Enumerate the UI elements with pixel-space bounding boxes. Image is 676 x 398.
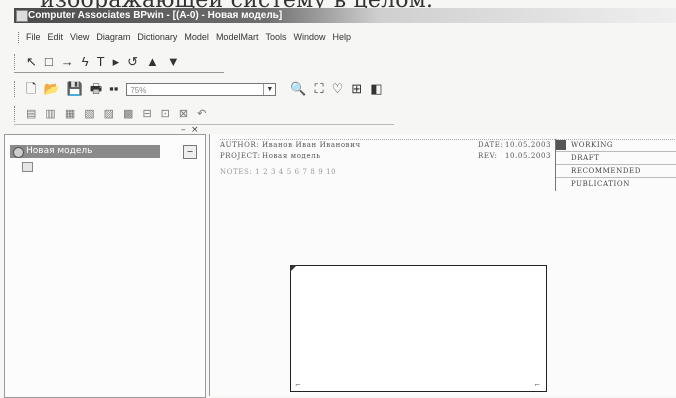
tb3-icons-icon-5[interactable]: ▩ xyxy=(123,107,133,121)
menu-bar: File Edit View Diagram Dictionary Model ModelM… xyxy=(14,30,676,46)
grid-icon[interactable]: ⊞ xyxy=(351,82,362,96)
menu-item-edit[interactable]: Edit xyxy=(48,32,64,42)
tb3-icons-icon-7[interactable]: ⊡ xyxy=(161,107,170,121)
tb3-icons-icon-3[interactable]: ▧ xyxy=(84,107,94,121)
triangle-right-icon[interactable]: ▸ xyxy=(113,55,120,69)
tree-root-label: Новая модель xyxy=(26,146,93,156)
author-value: Иванов Иван Иванович xyxy=(262,141,361,149)
scroll-up-button[interactable]: − xyxy=(183,145,197,159)
fit-icon[interactable]: ⛶ xyxy=(315,82,324,96)
undo-circle-icon[interactable]: ↺ xyxy=(127,55,138,69)
tb3-icons-icon-9[interactable]: ↶ xyxy=(197,107,206,121)
standard-toolbar: 🗋 📂 💾 🖶 ▪▪ 75% ▼ 🔍 ⛶ ♡ ⊞ ◧ xyxy=(14,79,494,99)
down-icon[interactable]: ▼ xyxy=(167,55,180,69)
tb3-icons-icon-8[interactable]: ⊠ xyxy=(179,107,188,121)
menu-item-dictionary[interactable]: Dictionary xyxy=(137,32,177,42)
standard-left-icons: 🗋 📂 💾 🖶 ▪▪ xyxy=(26,82,118,96)
menu-item-help[interactable]: Help xyxy=(332,32,351,42)
box-corner-mark xyxy=(290,265,297,272)
save-icon[interactable]: 💾 xyxy=(67,82,83,96)
toolbar-grip[interactable] xyxy=(14,106,18,122)
project-label: PROJECT: xyxy=(220,152,261,160)
toolbox-toolbar: ↖ □ → ϟ T ▸ ↺ ▲ ▼ xyxy=(14,52,224,73)
text-icon[interactable]: T xyxy=(97,55,105,69)
menu-items: File Edit View Diagram Dictionary Model ModelM… xyxy=(26,32,351,42)
method-icons: ▤ ▥ ▦ ▧ ▨ ▩ ⊟ ⊡ ⊠ ↶ xyxy=(26,107,206,121)
status-mark-icon xyxy=(556,140,566,150)
menu-item-file[interactable]: File xyxy=(26,32,41,42)
report-icon[interactable]: ◧ xyxy=(370,82,382,96)
pointer-icon[interactable]: ↖ xyxy=(26,55,37,69)
zoom-icon[interactable]: 🔍 xyxy=(290,82,306,96)
box-icon[interactable]: □ xyxy=(45,55,53,69)
toolbox-icons: ↖ □ → ϟ T ▸ ↺ ▲ ▼ xyxy=(26,55,180,69)
app-icon[interactable] xyxy=(16,10,28,22)
tb3-icons-icon-2[interactable]: ▦ xyxy=(65,107,75,121)
model-icon[interactable]: ▪▪ xyxy=(109,82,118,96)
window-titlebar: Computer Associates BPwin - [(A-0) - Нов… xyxy=(14,8,676,23)
author-label: AUTHOR: xyxy=(220,141,260,149)
standard-right-icons: 🔍 ⛶ ♡ ⊞ ◧ xyxy=(290,82,382,96)
toolbar-grip[interactable] xyxy=(14,54,18,70)
project-value: Новая модель xyxy=(262,152,321,160)
new-icon[interactable]: 🗋 xyxy=(26,82,36,96)
status-recommended-label: RECOMMENDED xyxy=(571,167,641,175)
date-label: DATE: xyxy=(478,141,504,149)
model-node-icon xyxy=(13,147,24,158)
menu-item-model[interactable]: Model xyxy=(184,32,209,42)
status-draft: DRAFT xyxy=(556,152,676,165)
tree-root-node[interactable]: Новая модель xyxy=(10,145,160,158)
rev-label: REV: xyxy=(478,152,498,160)
status-working: WORKING xyxy=(556,139,676,152)
zoom-combo[interactable]: 75% ▼ xyxy=(126,82,277,96)
up-icon[interactable]: ▲ xyxy=(146,55,159,69)
tree-child-node[interactable] xyxy=(22,162,33,172)
status-publication: PUBLICATION xyxy=(556,178,676,190)
menu-item-window[interactable]: Window xyxy=(293,32,325,42)
context-activity-box[interactable]: ⌐ ⌐ xyxy=(290,265,547,392)
menu-item-modelmart[interactable]: ModelMart xyxy=(216,32,259,42)
status-working-label: WORKING xyxy=(571,141,614,149)
box-corner-br-mark: ⌐ xyxy=(534,381,540,389)
print-icon[interactable]: 🖶 xyxy=(90,82,102,96)
close-icon[interactable]: × xyxy=(191,125,199,135)
menu-item-view[interactable]: View xyxy=(70,32,89,42)
menu-item-tools[interactable]: Tools xyxy=(265,32,286,42)
zoom-combo-value: 75% xyxy=(130,85,147,95)
toolbar-grip[interactable] xyxy=(14,81,18,97)
tb3-icons-icon-1[interactable]: ▥ xyxy=(45,107,55,121)
heart-icon[interactable]: ♡ xyxy=(332,82,344,96)
open-icon[interactable]: 📂 xyxy=(43,82,59,96)
menu-grip[interactable] xyxy=(18,32,22,43)
menu-item-diagram[interactable]: Diagram xyxy=(96,32,130,42)
model-explorer: – × Новая модель − xyxy=(4,125,206,398)
status-column: WORKING DRAFT RECOMMENDED PUBLICATION xyxy=(555,139,676,191)
notes-field: NOTES: 1 2 3 4 5 6 7 8 9 10 xyxy=(220,168,337,176)
status-recommended: RECOMMENDED xyxy=(556,165,676,178)
tb3-icons-icon-6[interactable]: ⊟ xyxy=(142,107,151,121)
status-draft-label: DRAFT xyxy=(571,154,600,162)
arrow-icon[interactable]: → xyxy=(61,55,74,69)
squiggle-icon[interactable]: ϟ xyxy=(82,55,89,69)
box-corner-bl-mark: ⌐ xyxy=(295,381,301,389)
pane-minimize-icon[interactable]: – xyxy=(181,125,186,135)
window-title: Computer Associates BPwin - [(A-0) - Нов… xyxy=(28,10,283,21)
status-publication-label: PUBLICATION xyxy=(571,180,630,188)
method-toolbar: ▤ ▥ ▦ ▧ ▨ ▩ ⊟ ⊡ ⊠ ↶ xyxy=(14,104,394,125)
rev-value: 10.05.2003 xyxy=(505,152,552,160)
tb3-icons-icon-4[interactable]: ▨ xyxy=(104,107,114,121)
diagram-canvas[interactable]: AUTHOR: Иванов Иван Иванович PROJECT: Но… xyxy=(209,134,676,396)
tb3-icons-icon-0[interactable]: ▤ xyxy=(26,107,36,121)
chevron-down-icon[interactable]: ▼ xyxy=(263,83,275,95)
date-value: 10.05.2003 xyxy=(505,141,552,149)
